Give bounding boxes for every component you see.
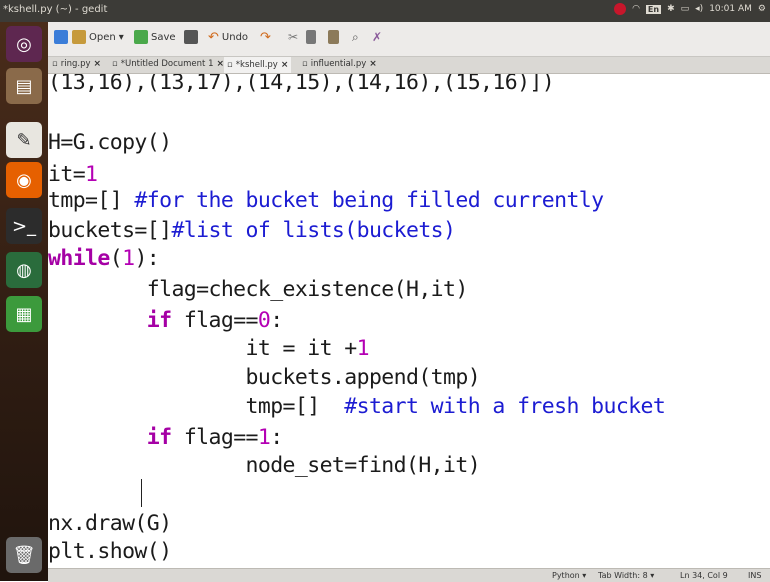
redo-icon: ↷ [260, 30, 271, 45]
gedit-icon[interactable]: ✎ [6, 122, 42, 158]
tab-label: ring.py [60, 59, 91, 69]
language-selector[interactable]: Python ▾ [552, 571, 586, 580]
undo-button[interactable]: ↶ Undo [208, 30, 248, 45]
close-icon[interactable]: × [369, 59, 377, 69]
toolbar: Open ▾ Save ↶ Undo ↷ ✂ ⌕ ✗ [48, 22, 770, 57]
close-icon[interactable]: × [94, 59, 102, 69]
window-title: *kshell.py (~) - gedit [3, 4, 108, 15]
tab-label: *Untitled Document 1 [120, 59, 214, 69]
system-tray: ◠ En ✱ ▭ ◂) 10:01 AM ⚙ [614, 3, 766, 15]
files-icon[interactable]: ▤ [6, 68, 42, 104]
paste-icon [328, 30, 339, 44]
tab-width-selector[interactable]: Tab Width: 8 ▾ [598, 571, 654, 580]
code-line: tmp=[] #for the bucket being filled curr… [48, 188, 604, 213]
search-icon: ⌕ [352, 30, 359, 44]
tab-ring-py[interactable]: ▫ ring.py × [52, 59, 101, 69]
keyboard-language-indicator[interactable]: En [645, 4, 662, 14]
tab-label: *kshell.py [235, 60, 278, 70]
terminal-icon[interactable]: >_ [6, 208, 42, 244]
clock[interactable]: 10:01 AM [709, 4, 752, 14]
find-replace-button[interactable]: ✗ [372, 30, 382, 44]
document-icon: ▫ [302, 59, 308, 69]
document-icon: ▫ [227, 60, 233, 70]
code-line: nx.draw(G) [48, 511, 172, 536]
new-document-icon [54, 30, 68, 44]
unity-launcher: ◎ ▤ ✎ ◉ >_ ◍ ▦ 🗑 [0, 22, 48, 581]
chevron-down-icon[interactable]: ▾ [119, 32, 124, 43]
code-line: it=1 [48, 162, 98, 187]
document-icon: ▫ [112, 59, 118, 69]
code-line: it = it +1 [48, 336, 370, 361]
folder-icon [72, 30, 86, 44]
document-icon: ▫ [52, 59, 58, 69]
insert-mode: INS [748, 571, 762, 580]
close-icon[interactable]: × [281, 57, 289, 73]
spreadsheet-icon[interactable]: ▦ [6, 296, 42, 332]
code-line: if flag==0: [146, 308, 283, 333]
trash-icon[interactable]: 🗑 [6, 537, 42, 573]
tab-influential-py[interactable]: ▫ influential.py × [302, 59, 377, 69]
cursor-position: Ln 34, Col 9 [680, 571, 728, 580]
status-bar: Python ▾ Tab Width: 8 ▾ Ln 34, Col 9 INS [48, 568, 770, 582]
code-line: buckets.append(tmp) [48, 365, 481, 390]
print-icon [184, 30, 198, 44]
settings-gear-icon[interactable]: ⚙ [758, 4, 766, 14]
cut-button[interactable]: ✂ [288, 30, 298, 44]
bluetooth-icon[interactable]: ✱ [667, 4, 675, 14]
paste-button[interactable] [328, 30, 339, 44]
document-tabs: ▫ ring.py × ▫ *Untitled Document 1 × ▫ *… [48, 57, 770, 74]
print-button[interactable] [184, 30, 198, 44]
open-label: Open [89, 31, 116, 43]
firefox-icon[interactable]: ◉ [6, 162, 42, 198]
browser-globe-icon[interactable]: ◍ [6, 252, 42, 288]
code-line: tmp=[] #start with a fresh bucket [48, 394, 666, 419]
tab-untitled-document-1[interactable]: ▫ *Untitled Document 1 × [112, 59, 224, 69]
code-line: plt.show() [48, 539, 172, 564]
wifi-icon[interactable]: ◠ [632, 4, 640, 14]
find-button[interactable]: ⌕ [352, 30, 359, 45]
battery-icon[interactable]: ▭ [681, 4, 690, 14]
undo-icon: ↶ [208, 30, 219, 45]
dash-home-icon[interactable]: ◎ [6, 26, 42, 62]
save-icon [134, 30, 148, 44]
open-button[interactable]: Open ▾ [72, 30, 124, 44]
scissors-icon: ✂ [288, 30, 299, 44]
tab-kshell-py[interactable]: ▫ *kshell.py × [224, 57, 292, 73]
code-line: if flag==1: [146, 425, 283, 450]
save-button[interactable]: Save [134, 30, 176, 44]
code-editor[interactable]: (13,16),(13,17),(14,15),(14,16),(15,16)]… [48, 74, 770, 568]
redo-button[interactable]: ↷ [260, 30, 271, 45]
close-icon[interactable]: × [217, 59, 225, 69]
text-cursor [141, 479, 142, 507]
tab-label: influential.py [310, 59, 367, 69]
code-line: while(1): [48, 246, 160, 271]
copy-button[interactable] [306, 30, 316, 44]
replace-icon: ✗ [372, 30, 383, 44]
new-document-button[interactable] [54, 30, 68, 44]
record-icon[interactable] [614, 3, 627, 15]
copy-icon [306, 30, 316, 44]
volume-icon[interactable]: ◂) [695, 4, 703, 14]
code-line: H=G.copy() [48, 130, 172, 155]
code-line: buckets=[]#list of lists(buckets) [48, 218, 456, 243]
save-label: Save [151, 31, 176, 43]
code-line: (13,16),(13,17),(14,15),(14,16),(15,16)]… [48, 74, 555, 95]
top-panel: *kshell.py (~) - gedit ◠ En ✱ ▭ ◂) 10:01… [0, 0, 770, 22]
undo-label: Undo [221, 32, 249, 43]
code-line: node_set=find(H,it) [48, 453, 481, 478]
code-line: flag=check_existence(H,it) [48, 277, 469, 302]
